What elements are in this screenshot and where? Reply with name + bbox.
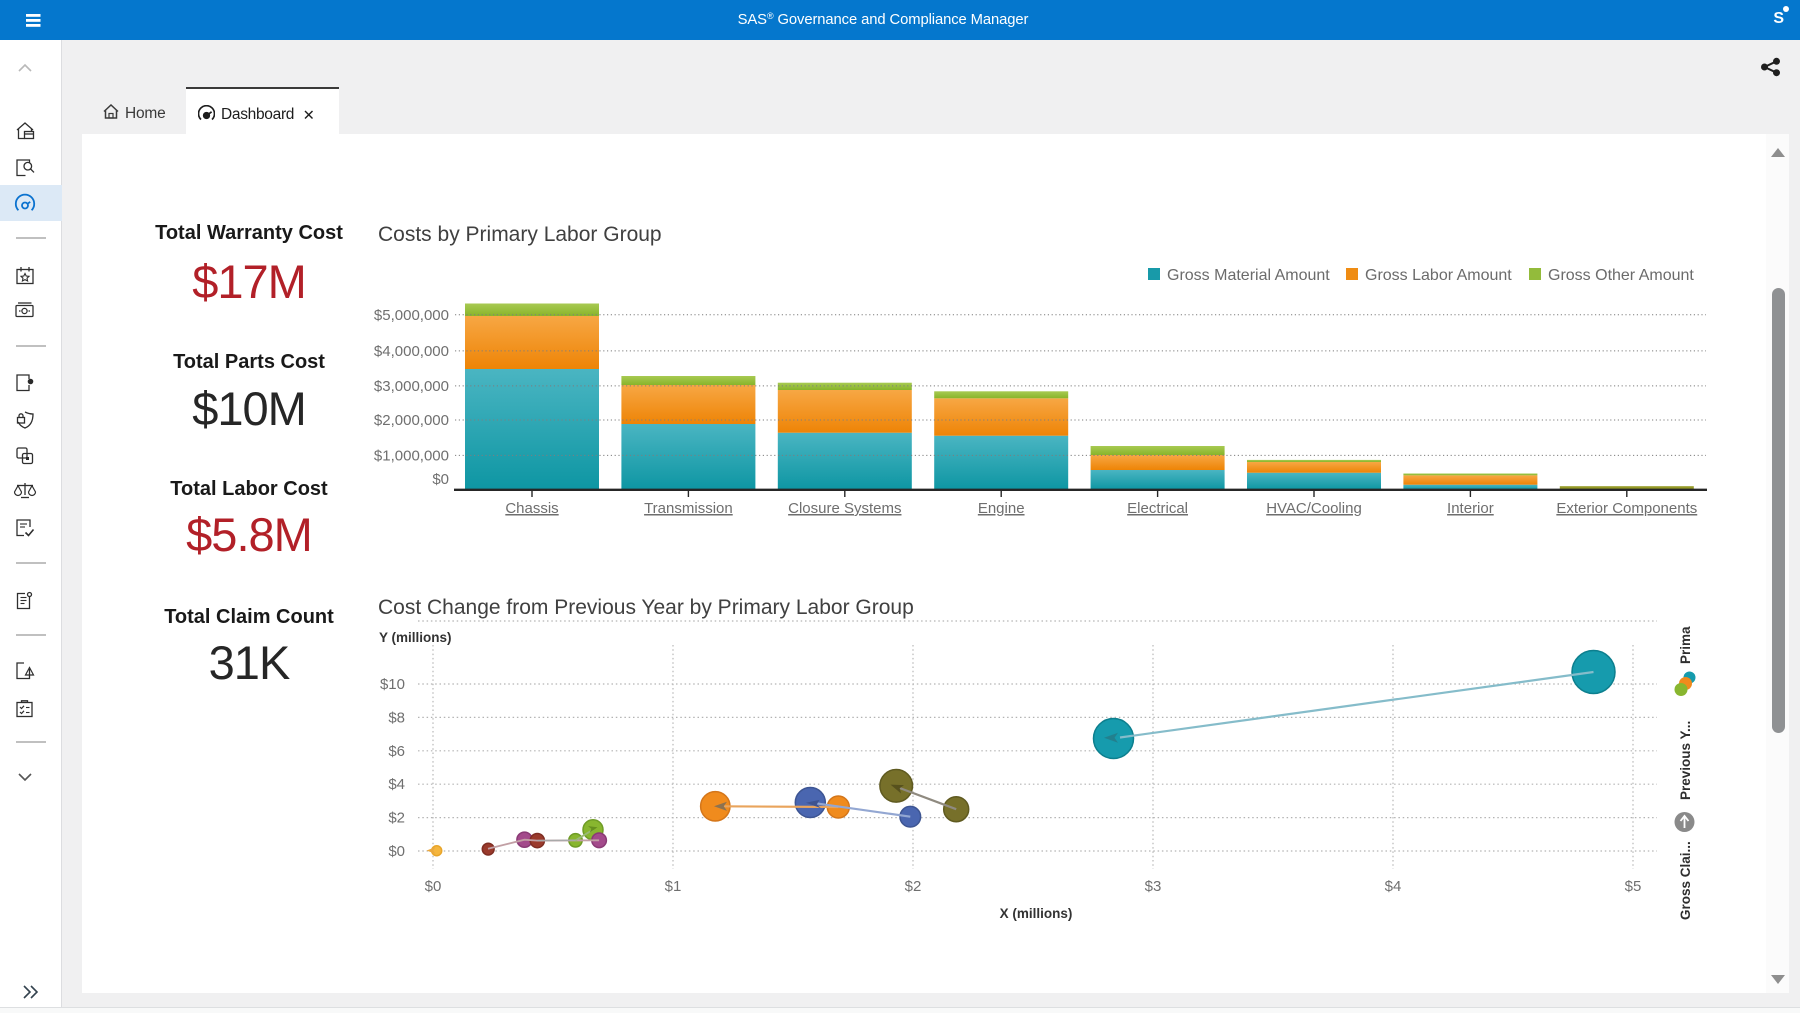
svg-text:Costs by Primary Labor Group: Costs by Primary Labor Group [378, 223, 662, 246]
svg-text:Chassis: Chassis [505, 500, 558, 517]
svg-text:$4,000,000: $4,000,000 [374, 343, 449, 360]
svg-text:$4: $4 [1385, 878, 1402, 895]
svg-text:$5,000,000: $5,000,000 [374, 307, 449, 324]
svg-text:Previous Y...: Previous Y... [1678, 721, 1693, 800]
svg-text:Interior: Interior [1447, 500, 1494, 517]
svg-text:Exterior Components: Exterior Components [1556, 500, 1697, 517]
svg-text:$4: $4 [388, 776, 405, 793]
svg-text:Electrical: Electrical [1127, 500, 1188, 517]
svg-text:$5: $5 [1625, 878, 1642, 895]
svg-text:$2,000,000: $2,000,000 [374, 412, 449, 429]
svg-text:Gross Clai...: Gross Clai... [1678, 841, 1693, 920]
svg-text:$6: $6 [388, 743, 405, 760]
svg-text:Transmission: Transmission [644, 500, 733, 517]
svg-text:Cost Change from Previous Year: Cost Change from Previous Year by Primar… [378, 596, 914, 619]
svg-text:Gross Material Amount: Gross Material Amount [1167, 267, 1330, 284]
svg-text:$2: $2 [388, 810, 405, 827]
svg-text:Closure Systems: Closure Systems [788, 500, 901, 517]
svg-text:$1,000,000: $1,000,000 [374, 447, 449, 464]
svg-text:HVAC/Cooling: HVAC/Cooling [1266, 500, 1362, 517]
svg-text:$1: $1 [665, 878, 682, 895]
svg-text:Gross Other Amount: Gross Other Amount [1548, 267, 1694, 284]
svg-text:Gross Labor Amount: Gross Labor Amount [1365, 267, 1512, 284]
svg-text:Prima: Prima [1678, 626, 1693, 664]
svg-text:$0: $0 [425, 878, 442, 895]
svg-text:$0: $0 [432, 471, 449, 488]
svg-text:$2: $2 [905, 878, 922, 895]
svg-text:$10: $10 [380, 676, 405, 693]
svg-text:$8: $8 [388, 709, 405, 726]
svg-text:Y (millions): Y (millions) [379, 630, 452, 645]
svg-text:Engine: Engine [978, 500, 1025, 517]
svg-text:$3: $3 [1145, 878, 1162, 895]
svg-text:X (millions): X (millions) [1000, 906, 1073, 921]
svg-text:$0: $0 [388, 843, 405, 860]
svg-text:$3,000,000: $3,000,000 [374, 378, 449, 395]
